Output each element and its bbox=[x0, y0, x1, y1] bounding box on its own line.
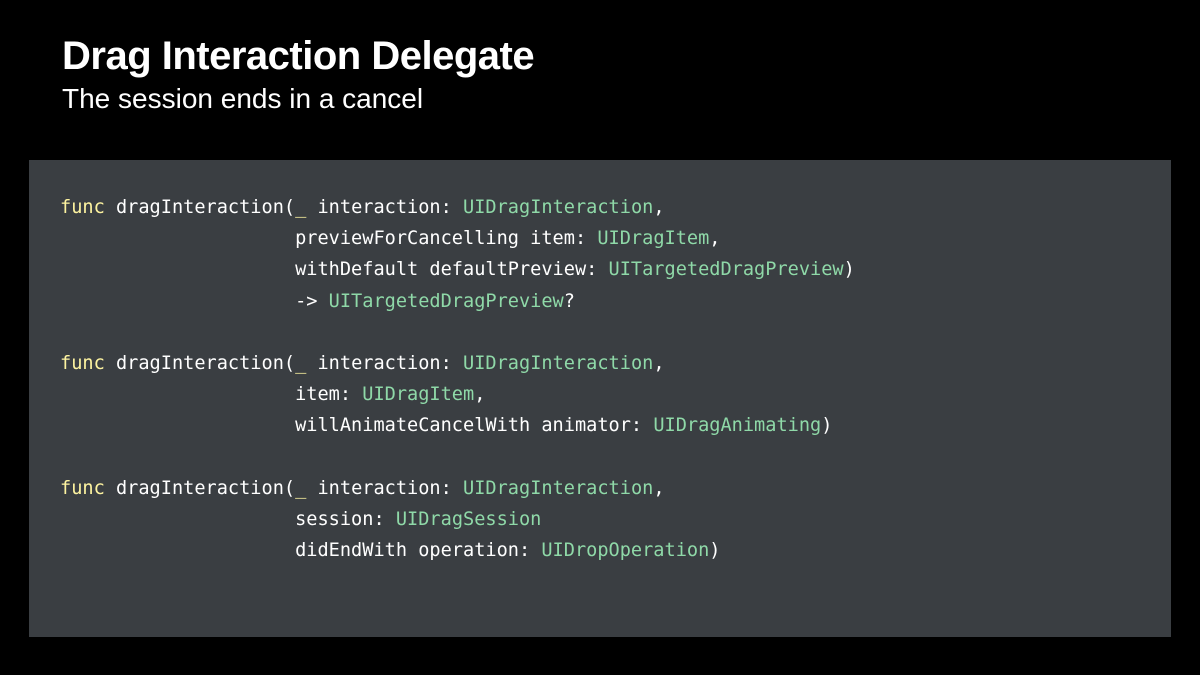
code-text: previewForCancelling item: bbox=[60, 228, 598, 250]
code-type: UIDragInteraction bbox=[463, 352, 654, 374]
code-type: UITargetedDragPreview bbox=[608, 259, 844, 281]
code-keyword: _ bbox=[295, 477, 307, 499]
code-text: didEndWith operation: bbox=[60, 540, 542, 562]
code-text: interaction: bbox=[306, 477, 464, 499]
code-type: UIDragItem bbox=[362, 384, 475, 406]
code-text: willAnimateCancelWith animator: bbox=[60, 415, 654, 437]
code-line: previewForCancelling item: UIDragItem, bbox=[60, 223, 855, 254]
code-block: func dragInteraction(_ interaction: UIDr… bbox=[60, 192, 855, 566]
code-text: -> bbox=[60, 290, 329, 312]
code-text: dragInteraction( bbox=[104, 352, 296, 374]
code-text: ) bbox=[821, 415, 833, 437]
code-type: UIDragSession bbox=[395, 508, 542, 530]
code-keyword: _ bbox=[295, 197, 307, 218]
code-text: withDefault defaultPreview: bbox=[60, 259, 609, 281]
code-line: didEndWith operation: UIDropOperation) bbox=[60, 535, 855, 566]
code-type: UITargetedDragPreview bbox=[328, 290, 564, 312]
code-text: ) bbox=[709, 540, 721, 562]
code-type: UIDragAnimating bbox=[653, 415, 822, 437]
code-text: session: bbox=[60, 508, 396, 530]
code-type: UIDropOperation bbox=[541, 540, 710, 562]
code-text: , bbox=[709, 228, 721, 250]
code-text: , bbox=[653, 197, 665, 218]
slide-subtitle: The session ends in a cancel bbox=[62, 83, 424, 114]
code-keyword: _ bbox=[295, 352, 307, 374]
code-line: func dragInteraction(_ interaction: UIDr… bbox=[60, 192, 855, 223]
code-line: willAnimateCancelWith animator: UIDragAn… bbox=[60, 410, 855, 441]
code-text: , bbox=[474, 384, 486, 406]
slide-title: Drag Interaction Delegate bbox=[62, 34, 535, 78]
code-text: interaction: bbox=[306, 197, 464, 218]
code-type: UIDragItem bbox=[597, 228, 710, 250]
code-keyword: func bbox=[60, 352, 105, 374]
code-type: UIDragInteraction bbox=[463, 477, 654, 499]
code-panel: func dragInteraction(_ interaction: UIDr… bbox=[29, 160, 1171, 637]
code-text: , bbox=[653, 352, 665, 374]
code-line: withDefault defaultPreview: UITargetedDr… bbox=[60, 254, 855, 285]
code-text: ? bbox=[563, 290, 575, 312]
code-keyword: func bbox=[60, 477, 105, 499]
code-line: session: UIDragSession bbox=[60, 504, 855, 535]
code-text: item: bbox=[60, 384, 363, 406]
code-type: UIDragInteraction bbox=[463, 197, 654, 218]
code-keyword: func bbox=[60, 197, 105, 218]
code-line: func dragInteraction(_ interaction: UIDr… bbox=[60, 473, 855, 504]
code-text: dragInteraction( bbox=[104, 477, 296, 499]
code-line: func dragInteraction(_ interaction: UIDr… bbox=[60, 348, 855, 379]
code-text: ) bbox=[843, 259, 855, 281]
code-line: item: UIDragItem, bbox=[60, 379, 855, 410]
code-text: interaction: bbox=[306, 352, 464, 374]
code-text: dragInteraction( bbox=[104, 197, 296, 218]
code-text: , bbox=[653, 477, 665, 499]
code-line: -> UITargetedDragPreview? bbox=[60, 286, 855, 317]
